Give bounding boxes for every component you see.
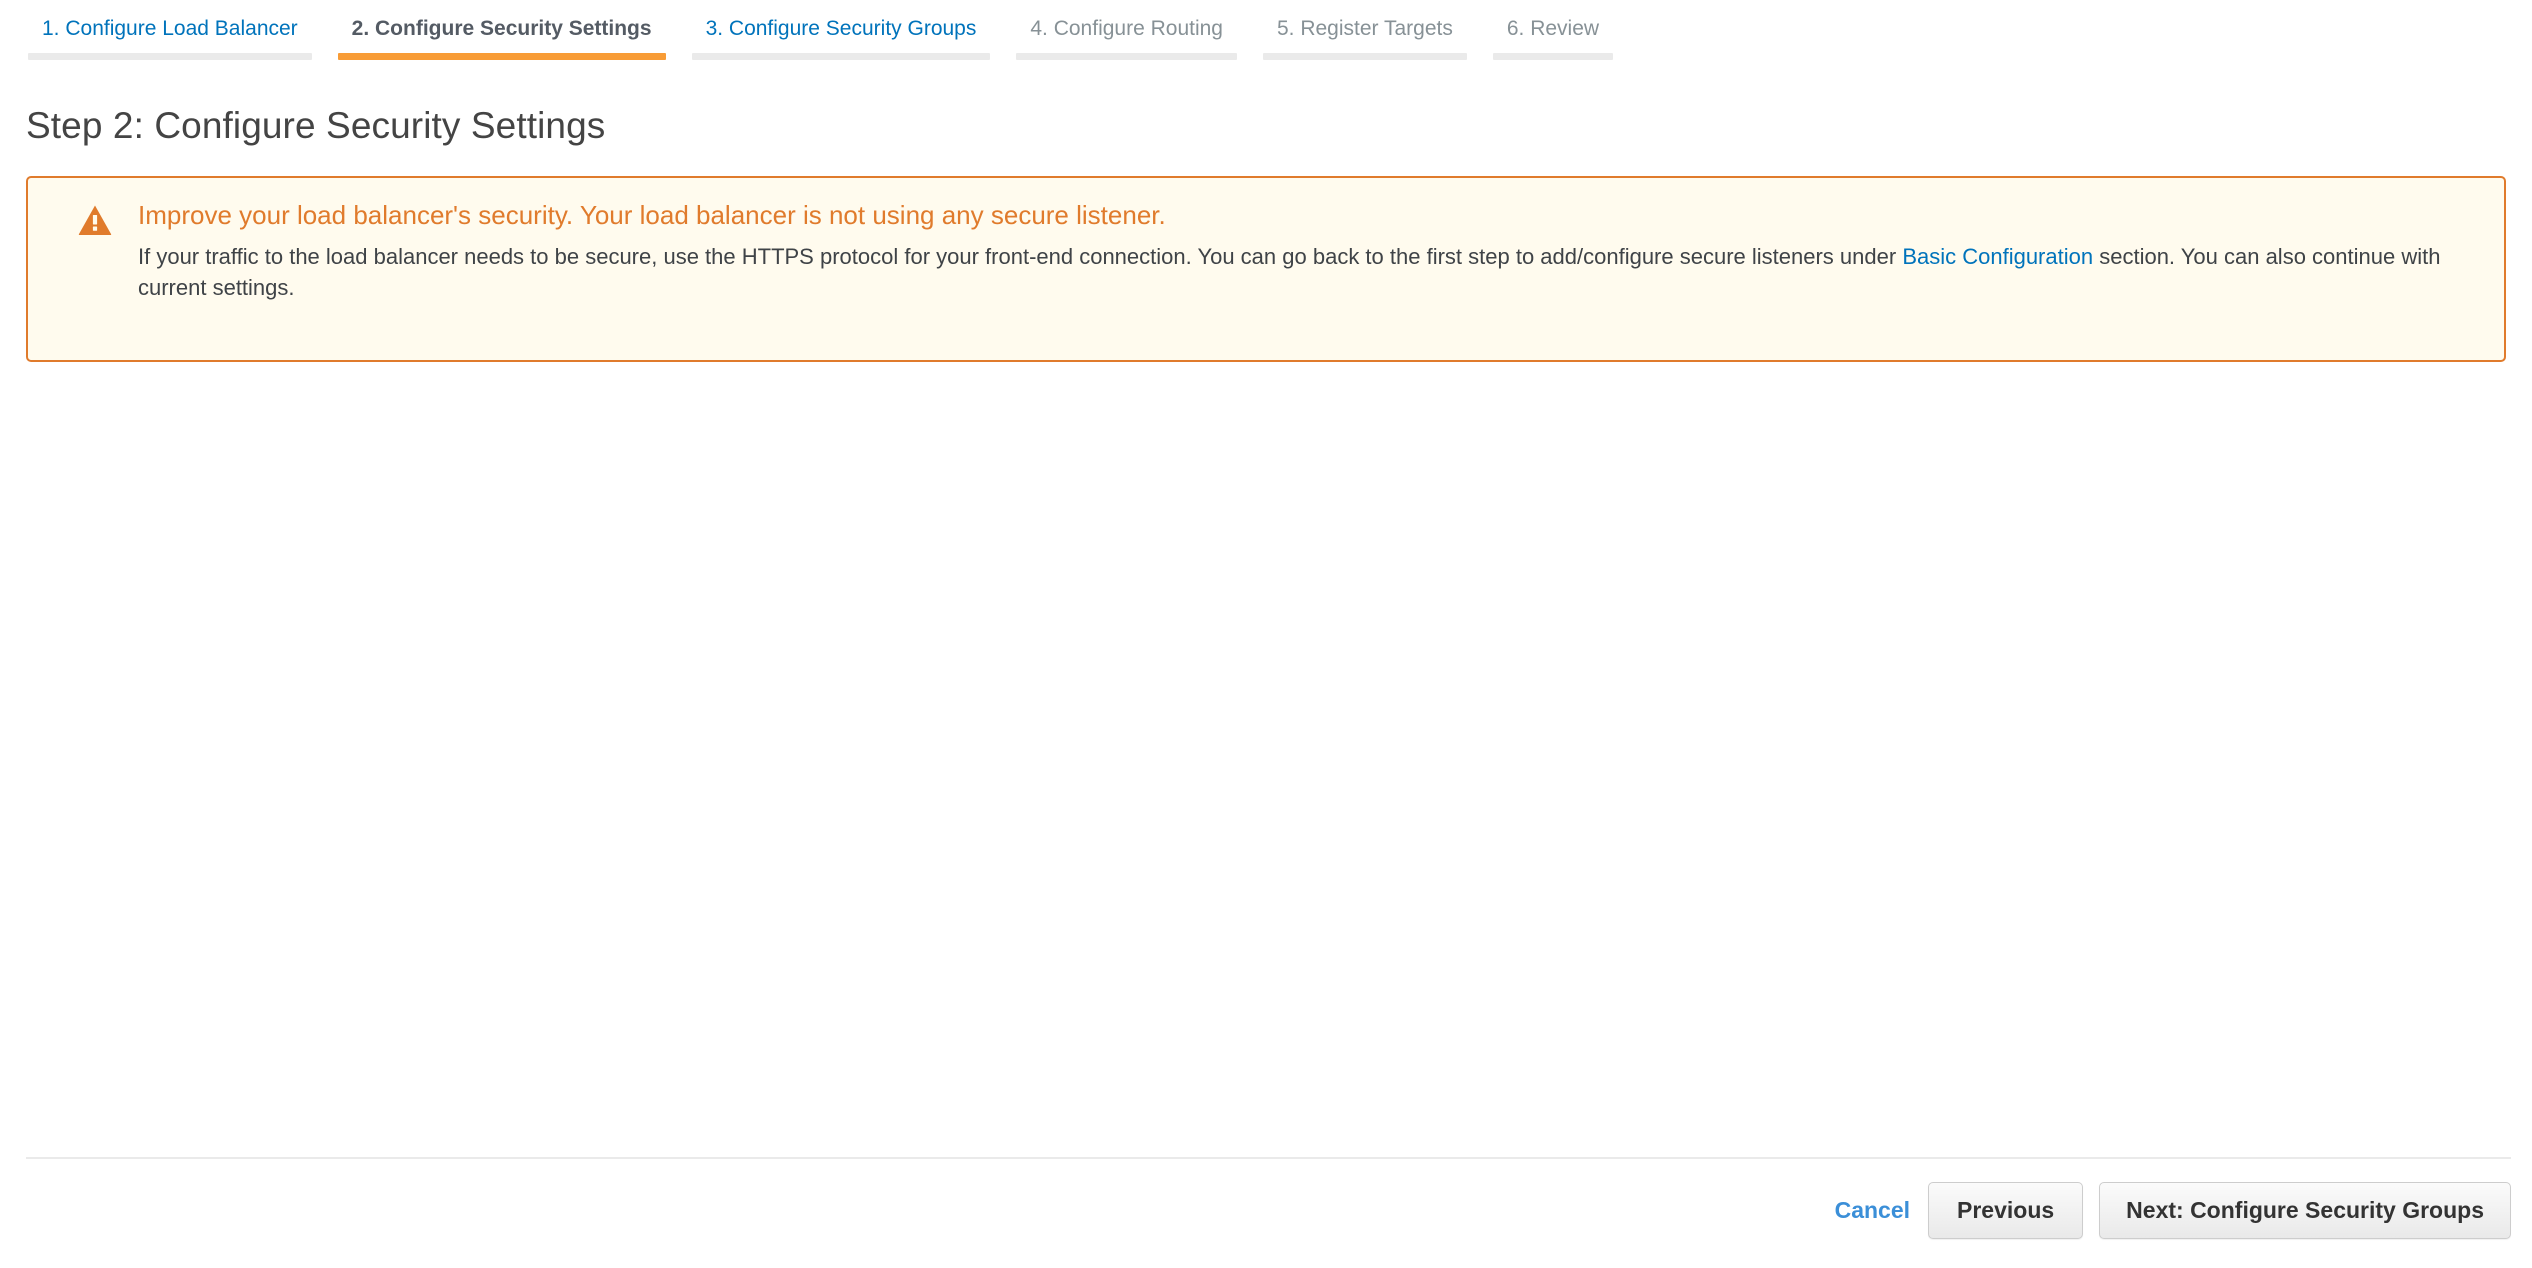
alert-content: Improve your load balancer's security. Y… bbox=[138, 198, 2476, 304]
wizard-step-tabs: 1. Configure Load Balancer 2. Configure … bbox=[26, 0, 1637, 60]
security-warning-alert: Improve your load balancer's security. Y… bbox=[26, 176, 2506, 362]
tab-configure-load-balancer-rule bbox=[28, 53, 312, 60]
tab-configure-routing-rule bbox=[1016, 53, 1237, 60]
tab-review-rule bbox=[1492, 53, 1614, 60]
tab-register-targets: 5. Register Targets bbox=[1261, 0, 1469, 60]
tab-configure-security-groups-rule bbox=[691, 53, 991, 60]
alert-body-text-1: If your traffic to the load balancer nee… bbox=[138, 244, 1897, 270]
tab-configure-security-groups-label: 3. Configure Security Groups bbox=[705, 17, 977, 40]
tab-configure-security-groups[interactable]: 3. Configure Security Groups bbox=[690, 0, 993, 60]
tab-configure-load-balancer[interactable]: 1. Configure Load Balancer bbox=[26, 0, 314, 60]
next-button[interactable]: Next: Configure Security Groups bbox=[2099, 1182, 2511, 1239]
tab-register-targets-rule bbox=[1262, 53, 1467, 60]
tab-configure-security-settings-label: 2. Configure Security Settings bbox=[351, 17, 652, 40]
footer-divider bbox=[26, 1157, 2511, 1159]
tab-configure-security-settings-rule bbox=[337, 53, 666, 60]
alert-body: If your traffic to the load balancer nee… bbox=[138, 241, 2476, 303]
warning-triangle-icon bbox=[78, 204, 112, 236]
cancel-button[interactable]: Cancel bbox=[1835, 1197, 1928, 1224]
alert-title: Improve your load balancer's security. Y… bbox=[138, 200, 1166, 230]
previous-button[interactable]: Previous bbox=[1928, 1182, 2084, 1239]
tab-configure-routing-label: 4. Configure Routing bbox=[1030, 17, 1223, 40]
basic-configuration-link[interactable]: Basic Configuration bbox=[1902, 244, 2093, 269]
footer-actions: Cancel Previous Next: Configure Security… bbox=[1835, 1182, 2511, 1239]
tab-configure-load-balancer-label: 1. Configure Load Balancer bbox=[42, 17, 298, 40]
tab-configure-routing: 4. Configure Routing bbox=[1014, 0, 1239, 60]
tab-register-targets-label: 5. Register Targets bbox=[1276, 17, 1453, 40]
tab-review-label: 6. Review bbox=[1506, 17, 1600, 40]
page-title: Step 2: Configure Security Settings bbox=[26, 104, 606, 146]
tab-configure-security-settings[interactable]: 2. Configure Security Settings bbox=[336, 0, 668, 60]
tab-review: 6. Review bbox=[1491, 0, 1615, 60]
